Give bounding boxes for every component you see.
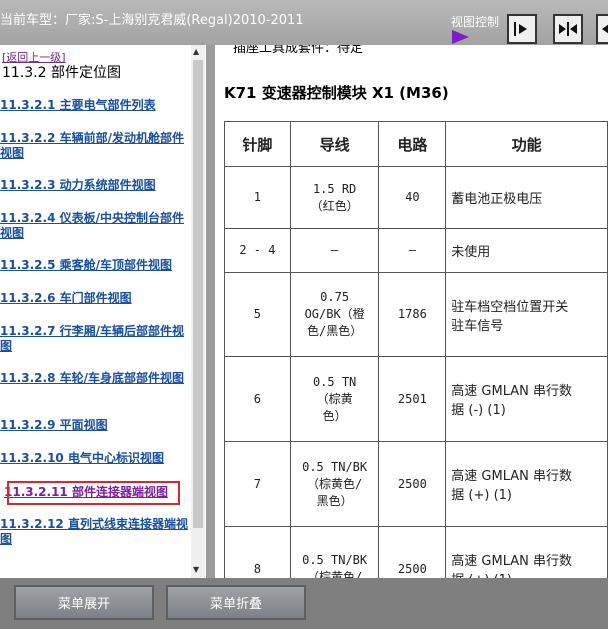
vehicle-model-title: 当前车型：厂家:S-上海别克君威(Regal)2010-2011 (0, 13, 304, 28)
cell-circuit: 2500 (378, 441, 447, 527)
bottom-toolbar: 菜单展开 菜单折叠 (0, 578, 608, 629)
cell-function: 高速 GMLAN 串行数 据 (+) (1) (445, 441, 608, 527)
cell-wire: 0.5 TN/BK （棕黄色/ 黑色） (289, 441, 380, 527)
cell-pin: 7 (224, 441, 291, 527)
nav-item-plan-view[interactable]: 11.3.2.9 平面视图 (0, 418, 190, 433)
panel-divider[interactable] (206, 45, 215, 578)
content-panel: 插座工具成套件：待定 K71 变速器控制模块 X1 (M36) 针脚 导线 电路… (215, 45, 608, 578)
section-title: 11.3.2 部件定位图 (2, 65, 121, 81)
arrow-right-bar-icon (514, 22, 527, 36)
collapse-left-button[interactable] (596, 14, 608, 44)
header-pin: 针脚 (224, 121, 291, 167)
cell-circuit: 40 (378, 166, 447, 229)
split-arrows-icon (559, 22, 577, 36)
cell-function: 高速 GMLAN 串行数 据 (+) (1) (445, 526, 608, 578)
cell-wire: 0.75 OG/BK（橙 色/黑色） (289, 272, 380, 357)
cell-wire: — (289, 228, 380, 273)
pin-table: 针脚 导线 电路 功能 1 1.5 RD （红色） 40 蓄电池正极电压 2 -… (224, 121, 608, 578)
cell-function: 未使用 (445, 228, 608, 273)
cell-function: 高速 GMLAN 串行数 据 (-) (1) (445, 356, 608, 442)
header-circuit: 电路 (378, 121, 447, 167)
table-row: 5 0.75 OG/BK（橙 色/黑色） 1786 驻车档空档位置开关 驻车信号 (224, 272, 608, 357)
module-title: K71 变速器控制模块 X1 (M36) (224, 84, 449, 102)
arrow-left-icon (602, 24, 608, 34)
nav-item-electrical-center-view[interactable]: 11.3.2.10 电气中心标识视图 (0, 451, 190, 466)
table-row: 2 - 4 — — 未使用 (224, 228, 608, 273)
cell-circuit: 1786 (378, 272, 447, 357)
cell-pin: 6 (224, 356, 291, 442)
cell-wire: 0.5 TN/BK （棕黄色/ (289, 526, 380, 578)
scroll-up-icon[interactable]: ▲ (193, 47, 199, 56)
header-wire: 导线 (289, 121, 380, 167)
nav-item-powertrain-view[interactable]: 11.3.2.3 动力系统部件视图 (0, 178, 190, 193)
nav-item-passenger-roof-view[interactable]: 11.3.2.5 乘客舱/车顶部件视图 (0, 258, 190, 273)
cell-wire: 1.5 RD （红色） (289, 166, 380, 229)
cell-circuit: 2500 (378, 526, 447, 578)
scroll-down-icon[interactable]: ▼ (193, 565, 199, 574)
cell-pin: 2 - 4 (224, 228, 291, 273)
nav-item-wheel-underbody-view[interactable]: 11.3.2.8 车轮/车身底部部件视图 (0, 371, 190, 386)
table-row: 8 0.5 TN/BK （棕黄色/ 2500 高速 GMLAN 串行数 据 (+… (224, 526, 608, 578)
cell-wire: 0.5 TN （棕黄 色） (289, 356, 380, 442)
expand-menu-button[interactable]: 菜单展开 (14, 585, 154, 620)
cell-circuit: — (378, 228, 447, 273)
cell-pin: 1 (224, 166, 291, 229)
table-row: 7 0.5 TN/BK （棕黄色/ 黑色） 2500 高速 GMLAN 串行数 … (224, 441, 608, 527)
nav-item-main-electrical-list[interactable]: 11.3.2.1 主要电气部件列表 (0, 98, 190, 113)
nav-item-trunk-rear-view[interactable]: 11.3.2.7 行李厢/车辆后部部件视图 (0, 324, 190, 354)
nav-item-instrument-panel-view[interactable]: 11.3.2.4 仪表板/中央控制台部件视图 (0, 211, 190, 241)
table-header-row: 针脚 导线 电路 功能 (224, 121, 608, 167)
top-bar: 当前车型：厂家:S-上海别克君威(Regal)2010-2011 视图控制 (0, 0, 608, 45)
table-row: 1 1.5 RD （红色） 40 蓄电池正极电压 (224, 166, 608, 229)
cell-function: 蓄电池正极电压 (445, 166, 608, 229)
cell-function: 驻车档空档位置开关 驻车信号 (445, 272, 608, 357)
table-row: 6 0.5 TN （棕黄 色） 2501 高速 GMLAN 串行数 据 (-) … (224, 356, 608, 442)
cell-pin: 8 (224, 526, 291, 578)
collapse-menu-button[interactable]: 菜单折叠 (166, 585, 306, 620)
tool-kit-text: 插座工具成套件：待定 (233, 45, 364, 56)
selected-item-highlight (7, 481, 180, 505)
nav-scrollbar-thumb[interactable] (193, 60, 203, 528)
navigation-panel: [返回上一级] 11.3.2 部件定位图 11.3.2.1 主要电气部件列表 1… (0, 45, 206, 578)
nav-item-door-view[interactable]: 11.3.2.6 车门部件视图 (0, 291, 190, 306)
nav-item-front-engine-view[interactable]: 11.3.2.2 车辆前部/发动机舱部件视图 (0, 131, 190, 161)
view-control-label: 视图控制 (451, 15, 500, 29)
expand-right-button[interactable] (507, 14, 537, 44)
nav-item-inline-harness-connector-view[interactable]: 11.3.2.12 直列式线束连接器端视图 (0, 517, 190, 547)
split-view-button[interactable] (553, 14, 583, 44)
cell-pin: 5 (224, 272, 291, 357)
view-control-arrow-icon[interactable] (452, 30, 469, 44)
cell-circuit: 2501 (378, 356, 447, 442)
header-function: 功能 (445, 121, 608, 167)
